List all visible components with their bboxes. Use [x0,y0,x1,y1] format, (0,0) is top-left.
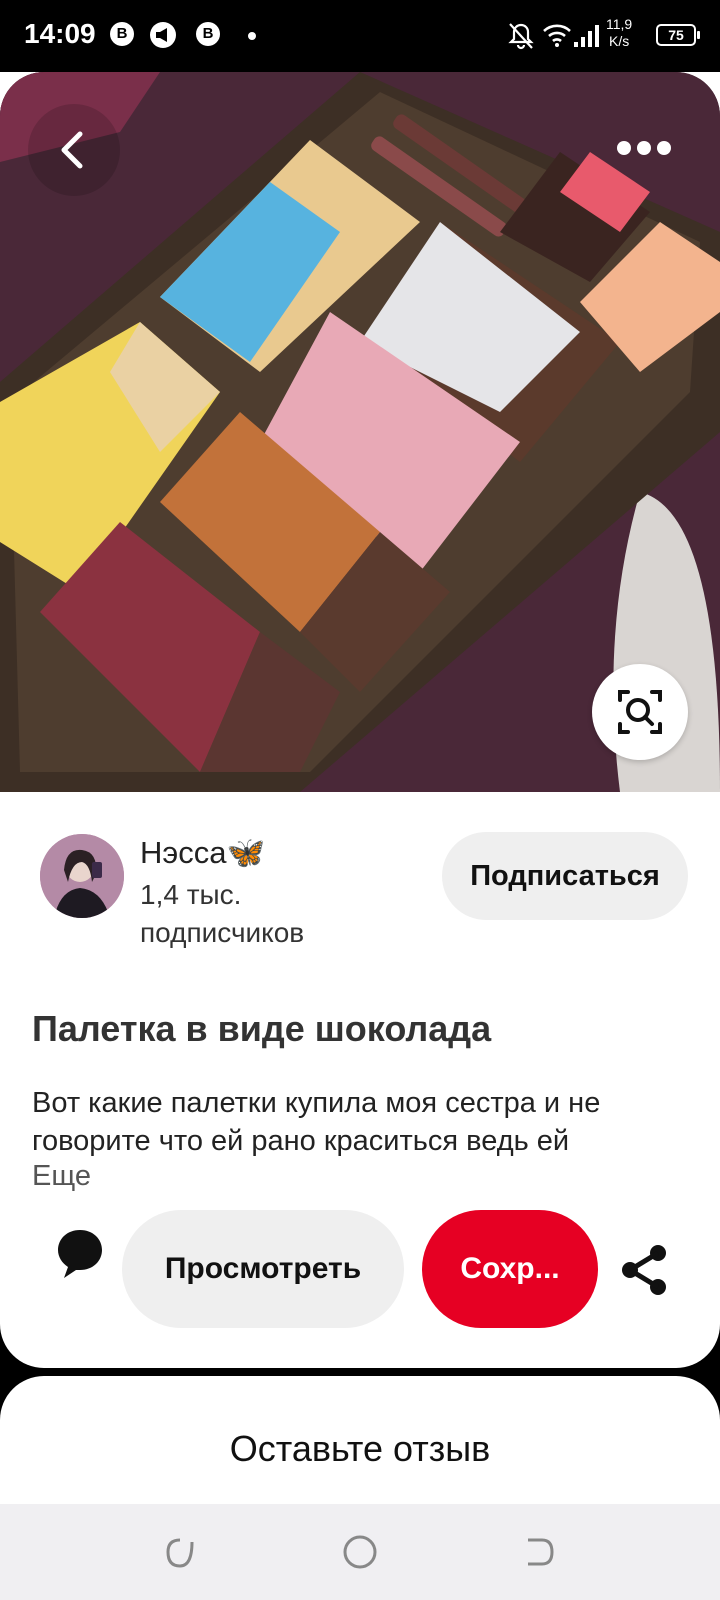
more-button[interactable] [600,128,680,168]
signal-icon [574,24,602,53]
back-nav-icon [528,1538,554,1566]
view-button[interactable]: Просмотреть [122,1210,404,1328]
comment-sheet[interactable]: Оставьте отзыв [0,1376,720,1510]
b-circle-icon: B [196,22,220,46]
recents-icon [166,1538,194,1568]
net-speed-value: 11,9 [606,16,633,32]
back-nav-button[interactable] [522,1534,558,1570]
more-dots-icon [617,141,671,155]
subscribe-button[interactable]: Подписаться [442,832,688,920]
comment-bubble-icon [58,1230,102,1278]
bell-off-icon [508,22,534,55]
home-button[interactable] [342,1534,378,1570]
avatar[interactable] [40,834,124,918]
more-link[interactable]: Еще [32,1160,91,1193]
back-button[interactable] [28,104,120,196]
status-time: 14:09 [24,18,96,49]
share-icon [622,1245,666,1295]
home-icon [343,1535,377,1569]
dot-icon [248,32,256,40]
creator-name[interactable]: Нэсса🦋 [140,834,265,871]
status-bar: 14:09 B B 11,9 K/s 75 [0,0,720,72]
share-button[interactable] [620,1244,668,1296]
lens-search-icon [618,690,662,734]
navigation-bar [0,1504,720,1600]
battery-icon: 75 [656,24,700,46]
creator-followers: 1,4 тыс. подписчиков [140,876,380,952]
pin-image[interactable] [0,72,720,792]
save-button[interactable]: Сохр... [422,1210,598,1328]
followers-label: подписчиков [140,917,305,948]
net-speed: 11,9 K/s [606,16,632,50]
pin-card: Нэсса🦋 1,4 тыс. подписчиков Подписаться … [0,72,720,1368]
recents-button[interactable] [162,1534,198,1570]
net-speed-unit: K/s [608,33,630,49]
pin-description: Вот какие палетки купила моя сестра и не… [32,1087,601,1157]
chevron-left-icon [61,131,83,169]
pin-title: Палетка в виде шоколада [32,1008,492,1049]
visual-search-button[interactable] [592,664,688,760]
followers-count: 1,4 тыс. [140,879,242,910]
wifi-icon [542,22,572,53]
comment-sheet-title: Оставьте отзыв [229,1428,491,1469]
b-circle-icon: B [110,22,134,46]
avatar-image [40,834,124,918]
megaphone-icon [150,22,176,53]
comment-button[interactable] [56,1228,104,1280]
creator-row: Нэсса🦋 1,4 тыс. подписчиков Подписаться [0,820,720,960]
